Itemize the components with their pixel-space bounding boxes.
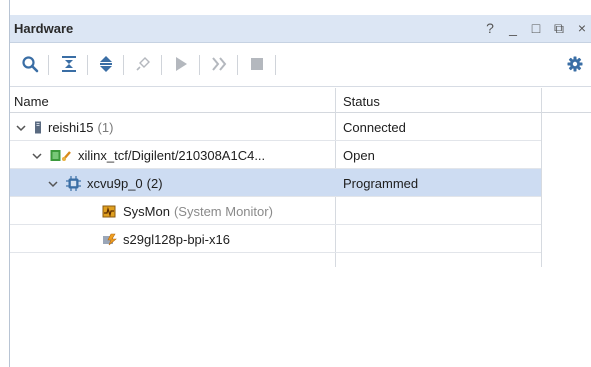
status-cell: Open	[343, 148, 375, 163]
server-count: (1)	[97, 120, 114, 135]
tree-row-target[interactable]: xilinx_tcf/Digilent/210308A1C4... Open	[10, 141, 541, 169]
window-controls: ? _ □ ⧉ ×	[483, 20, 589, 37]
tree-row-sysmon[interactable]: SysMon (System Monitor)	[10, 197, 541, 225]
panel-titlebar[interactable]: Hardware ? _ □ ⧉ ×	[10, 15, 591, 43]
column-header-status[interactable]: Status	[343, 94, 380, 109]
panel-title: Hardware	[14, 21, 74, 36]
tree-row-device[interactable]: xcvu9p_0 (2) Programmed	[10, 169, 541, 197]
close-icon[interactable]: ×	[575, 20, 589, 36]
float-icon[interactable]: ⧉	[552, 20, 566, 36]
flash-label: s29gl128p-bpi-x16	[123, 232, 230, 247]
tree-row-flash[interactable]: s29gl128p-bpi-x16	[10, 225, 541, 253]
chevron-down-icon[interactable]	[32, 151, 42, 161]
help-icon[interactable]: ?	[483, 20, 497, 36]
target-label: xilinx_tcf/Digilent/210308A1C4...	[78, 148, 266, 163]
hardware-panel: Hardware ? _ □ ⧉ × Name Status reishi15 …	[9, 0, 591, 367]
expand-all-icon[interactable]	[94, 52, 118, 76]
minimize-icon[interactable]: _	[506, 20, 520, 36]
stop-icon[interactable]	[245, 52, 269, 76]
tree-row-server[interactable]: reishi15 (1) Connected	[10, 113, 541, 141]
forward-icon[interactable]	[207, 52, 231, 76]
sysmon-description: (System Monitor)	[173, 204, 273, 219]
flash-memory-icon	[102, 233, 117, 246]
column-divider[interactable]	[541, 88, 542, 267]
gear-icon[interactable]	[563, 52, 587, 76]
column-header-name[interactable]: Name	[14, 94, 49, 109]
status-cell: Connected	[343, 120, 406, 135]
run-icon[interactable]	[169, 52, 193, 76]
disconnect-icon[interactable]	[131, 52, 155, 76]
maximize-icon[interactable]: □	[529, 20, 543, 36]
hardware-toolbar	[10, 43, 591, 87]
device-label: xcvu9p_0	[87, 176, 143, 191]
chevron-down-icon[interactable]	[48, 179, 58, 189]
server-label: reishi15	[48, 120, 94, 135]
jtag-cable-icon	[50, 149, 72, 162]
fpga-chip-icon	[66, 176, 81, 191]
sysmon-label: SysMon	[123, 204, 170, 219]
search-icon[interactable]	[18, 52, 42, 76]
server-icon	[34, 121, 42, 134]
device-count: (2)	[146, 176, 163, 191]
status-cell: Programmed	[343, 176, 419, 191]
chevron-down-icon[interactable]	[16, 123, 26, 133]
sysmon-icon	[102, 205, 117, 219]
table-header: Name Status	[10, 88, 591, 113]
collapse-all-icon[interactable]	[57, 52, 81, 76]
